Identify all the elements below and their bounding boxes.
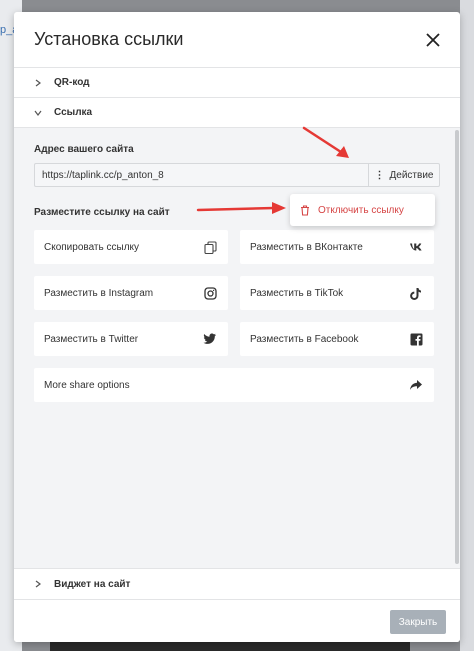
chevron-right-icon [34,79,48,87]
share-item-label: Разместить в Facebook [250,333,359,345]
action-button[interactable]: ⋮ Действие [368,163,440,187]
twitter-icon [202,331,218,347]
more-share-options-button[interactable]: More share options [34,368,434,402]
trash-icon [300,204,310,216]
annotation-arrow-top [302,126,349,158]
share-instagram-button[interactable]: Разместить в Instagram [34,276,228,310]
chevron-down-icon [34,109,48,117]
close-footer-button[interactable]: Закрыть [390,610,446,634]
facebook-icon [408,331,424,347]
instagram-icon [202,285,218,301]
section-link[interactable]: Ссылка [14,98,460,128]
link-setup-modal: Установка ссылки QR-код Ссылка Адрес ваш… [14,12,460,642]
section-qr-label: QR-код [54,77,90,88]
share-vk-button[interactable]: Разместить в ВКонтакте [240,230,434,264]
site-address-label: Адрес вашего сайта [34,144,134,155]
share-icon [408,377,424,393]
section-widget-label: Виджет на сайт [54,578,131,590]
disable-link-menu-item[interactable]: Отключить ссылку [318,205,404,216]
modal-footer: Закрыть [14,599,460,642]
action-label: Действие [389,169,434,181]
share-item-label: Скопировать ссылку [44,241,140,253]
annotation-arrow-left [196,202,286,214]
copy-icon [202,239,218,255]
share-item-label: Разместить в TikTok [250,287,344,299]
share-grid: Скопировать ссылку Разместить в ВКонтакт… [34,230,440,402]
modal-header: Установка ссылки [14,12,460,68]
share-twitter-button[interactable]: Разместить в Twitter [34,322,228,356]
share-item-label: Разместить в ВКонтакте [250,241,363,253]
vk-icon [408,239,424,255]
section-widget-row: Виджет на сайт [14,569,460,599]
section-widget[interactable]: Виджет на сайт [14,568,460,599]
share-item-label: Разместить в Twitter [44,333,139,345]
modal-title: Установка ссылки [34,29,184,49]
url-field[interactable] [34,163,368,187]
share-item-label: More share options [44,379,130,391]
share-tiktok-button[interactable]: Разместить в TikTok [240,276,434,310]
close-icon [426,32,440,47]
share-item-label: Разместить в Instagram [44,287,154,299]
share-facebook-button[interactable]: Разместить в Facebook [240,322,434,356]
scrollbar-thumb[interactable] [455,130,459,564]
copy-link-button[interactable]: Скопировать ссылку [34,230,228,264]
tiktok-icon [408,285,424,301]
chevron-right-icon [34,580,48,588]
background-right [460,0,474,651]
url-row: ⋮ Действие [34,163,440,187]
close-button[interactable] [420,27,446,53]
section-qr-code[interactable]: QR-код [14,68,460,98]
section-link-label: Ссылка [54,107,93,118]
more-vertical-icon: ⋮ [374,169,385,181]
action-dropdown-menu: Отключить ссылку [290,194,435,226]
